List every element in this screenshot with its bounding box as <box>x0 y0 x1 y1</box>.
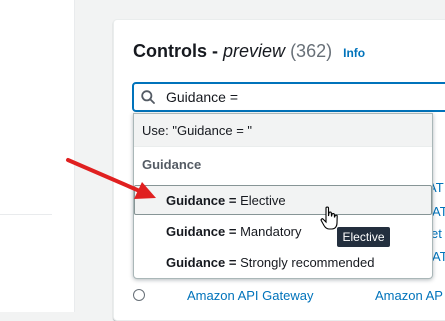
option-key: Guidance = <box>166 193 237 208</box>
annotation-arrow-icon <box>66 158 156 199</box>
option-strongly-recommended-label: Guidance = Strongly recommended <box>166 255 374 270</box>
nav-divider <box>0 214 52 215</box>
title-text: Controls - <box>133 41 218 61</box>
option-mandatory-label: Guidance = Mandatory <box>166 224 302 239</box>
option-value: Strongly recommended <box>240 255 375 270</box>
hand-cursor-icon <box>320 206 338 230</box>
title-preview: preview <box>223 41 286 61</box>
info-link[interactable]: Info <box>343 46 365 60</box>
background-cell-fragment[interactable]: AT <box>432 249 445 264</box>
option-value: Mandatory <box>240 224 302 239</box>
search-icon <box>141 90 155 104</box>
controls-count: (362) <box>290 41 333 61</box>
page-title: Controls - preview (362) Info <box>133 41 365 62</box>
option-key: Guidance = <box>166 255 237 270</box>
search-input-value: Guidance = <box>166 89 238 105</box>
control-link[interactable]: Amazon AP <box>375 288 443 303</box>
option-key: Guidance = <box>166 224 237 239</box>
row-select-radio[interactable] <box>133 289 145 301</box>
background-cell-fragment[interactable]: AT <box>432 204 445 219</box>
option-value: Elective <box>240 193 286 208</box>
tooltip: Elective <box>337 227 390 247</box>
service-link[interactable]: Amazon API Gateway <box>187 288 313 303</box>
use-free-text-label: Use: "Guidance = " <box>142 123 253 138</box>
option-elective-label: Guidance = Elective <box>166 193 286 208</box>
